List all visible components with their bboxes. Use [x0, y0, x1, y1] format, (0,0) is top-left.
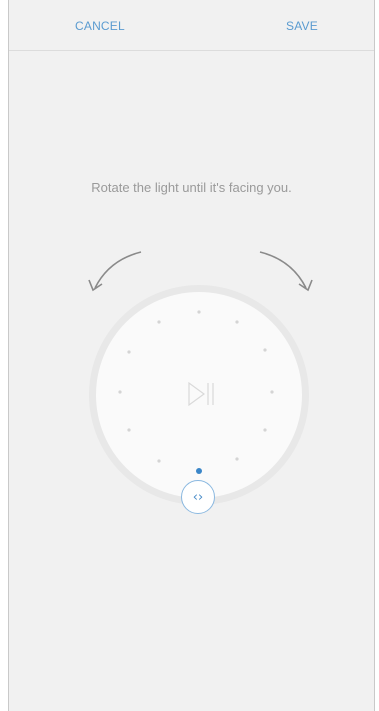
rotate-left-arrow-icon — [94, 251, 142, 289]
position-indicator-dot — [196, 468, 202, 474]
rotate-handle-button[interactable]: ‹› — [181, 480, 215, 514]
rotate-left-arrowhead-icon — [88, 279, 103, 292]
cancel-button[interactable]: CANCEL — [75, 19, 125, 33]
app-screen: CANCEL SAVE Rotate the light until it's … — [8, 0, 375, 711]
save-button[interactable]: SAVE — [286, 19, 318, 33]
instruction-text: Rotate the light until it's facing you. — [91, 180, 292, 195]
rotate-right-arrow-icon — [259, 251, 307, 289]
top-action-bar: CANCEL SAVE — [9, 0, 374, 51]
chevrons-left-right-icon: ‹› — [192, 489, 204, 505]
speaker-dial[interactable]: ‹› — [9, 240, 376, 540]
rotate-right-arrowhead-icon — [298, 279, 313, 292]
dial-face — [96, 292, 302, 498]
